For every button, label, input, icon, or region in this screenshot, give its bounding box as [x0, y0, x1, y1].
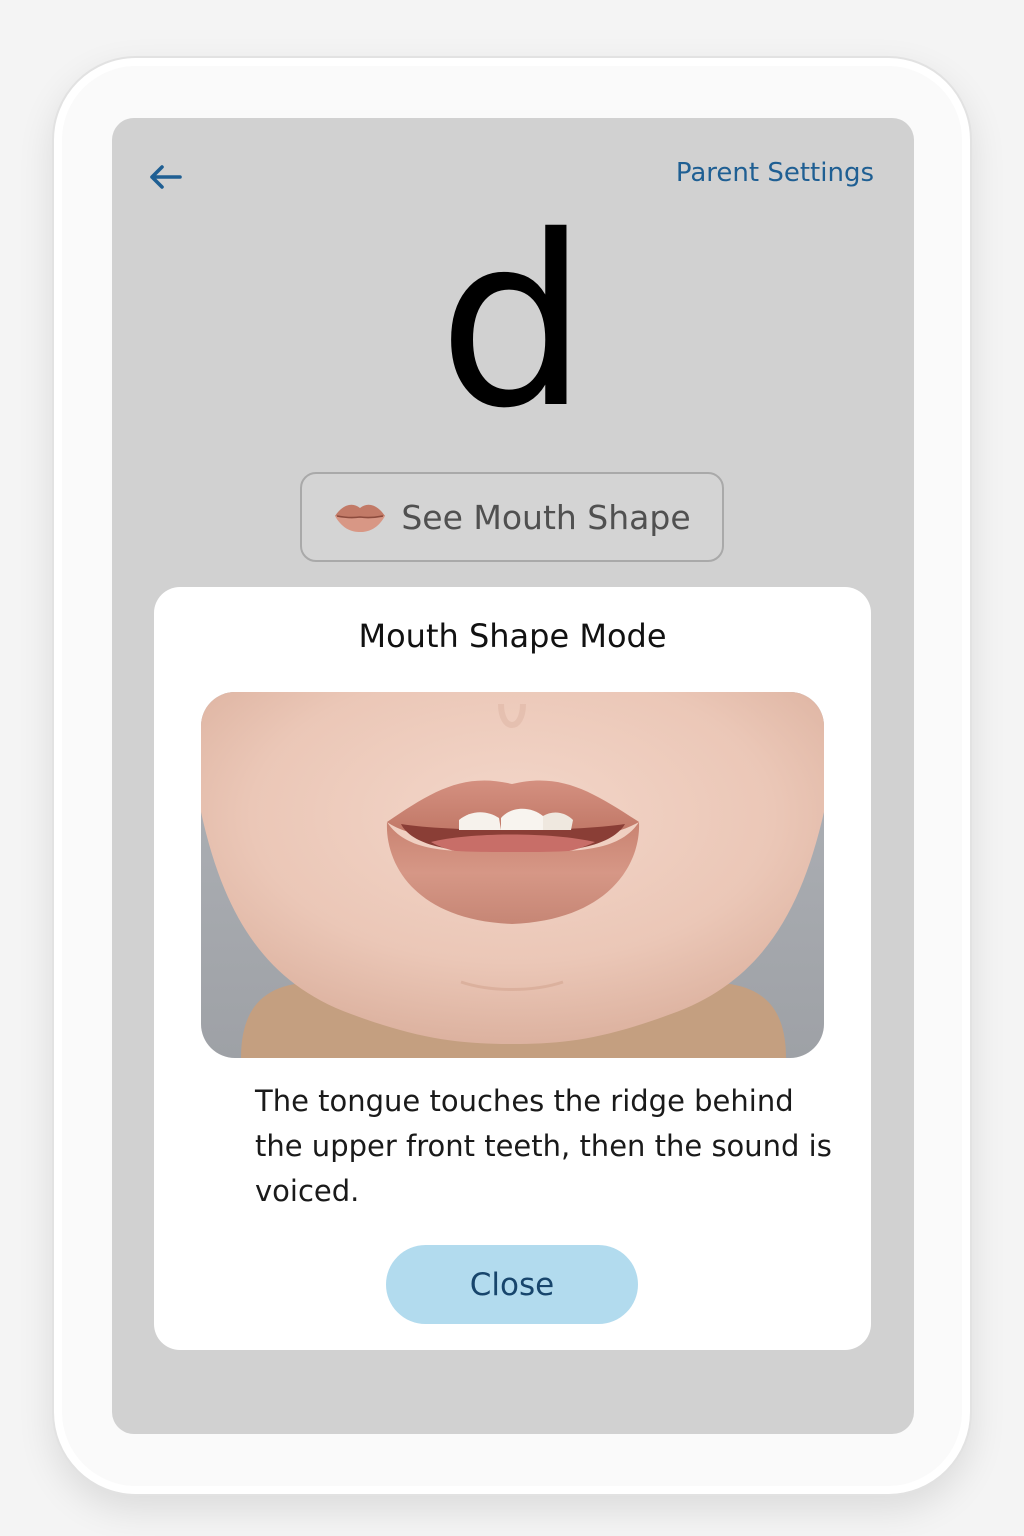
see-mouth-shape-button[interactable]: See Mouth Shape: [300, 472, 724, 562]
see-mouth-shape-label: See Mouth Shape: [401, 497, 691, 537]
mouth-shape-description: The tongue touches the ridge behind the …: [255, 1084, 832, 1208]
mouth-shape-modal: Mouth Shape Mode The tongue touches the …: [154, 587, 871, 1350]
parent-settings-link[interactable]: Parent Settings: [676, 158, 874, 188]
close-button[interactable]: Close: [386, 1245, 638, 1324]
app-screen: Parent Settings d See Mouth Shape Mouth …: [112, 118, 914, 1434]
mouth-photo: [201, 692, 824, 1058]
modal-title: Mouth Shape Mode: [358, 617, 667, 655]
arrow-left-icon: [150, 165, 182, 189]
back-button[interactable]: [142, 154, 188, 200]
lesson-letter: d: [438, 185, 588, 460]
lips-icon: [333, 500, 387, 534]
